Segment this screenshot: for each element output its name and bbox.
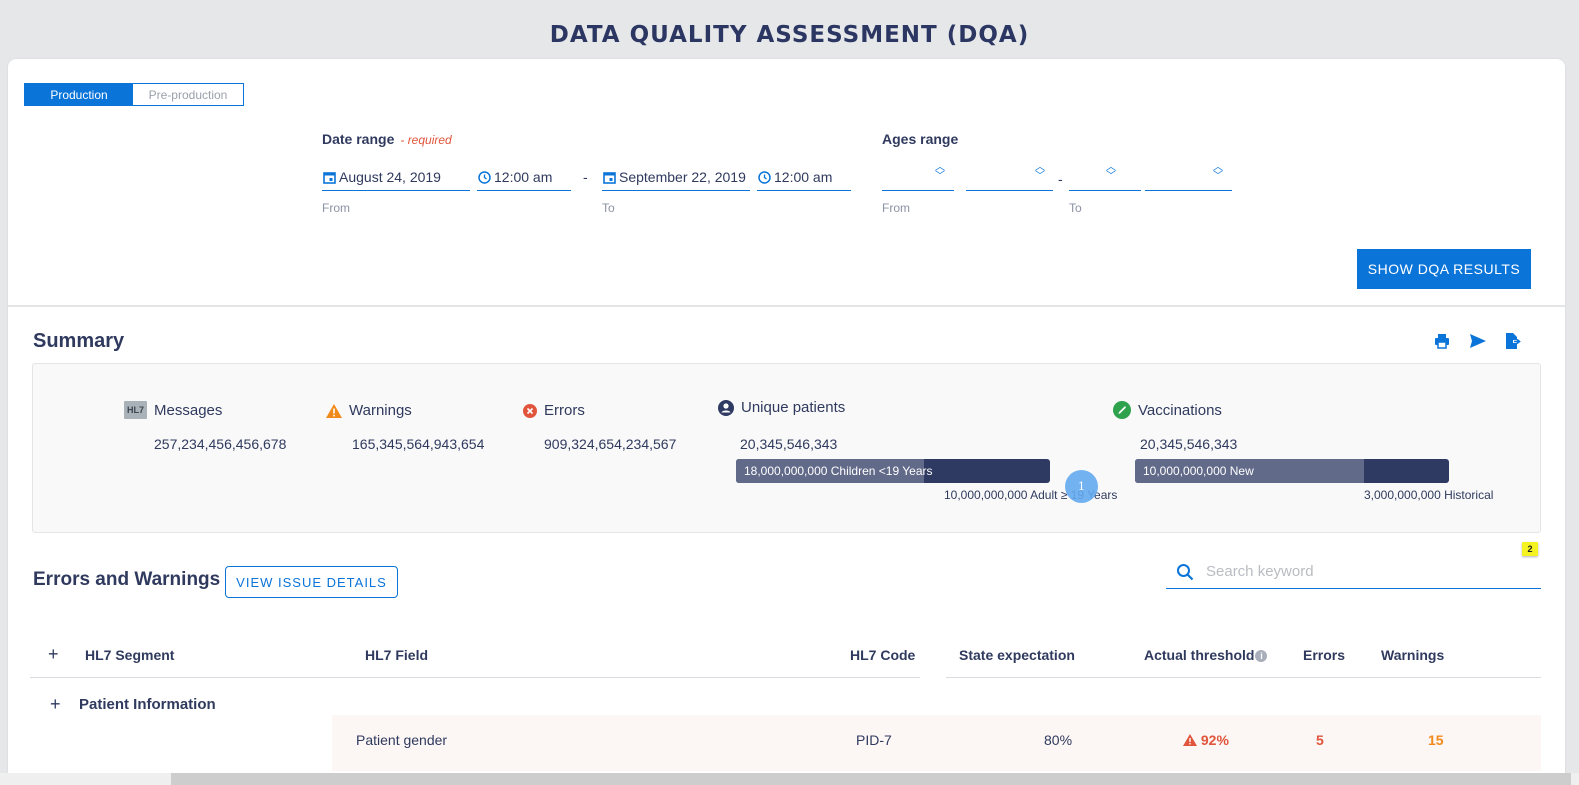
send-icon[interactable] xyxy=(1469,332,1487,350)
col-state-expectation[interactable]: State expectation xyxy=(959,647,1075,663)
calendar-icon xyxy=(322,170,336,184)
page-title: DATA QUALITY ASSESSMENT (DQA) xyxy=(549,22,1030,48)
date-to-label: To xyxy=(602,201,615,215)
search-input[interactable] xyxy=(1206,563,1506,580)
to-time-value: 12:00 am xyxy=(774,169,833,185)
stat-vaccinations: Vaccinations xyxy=(1113,401,1222,419)
cell-actual-threshold: 92% xyxy=(1183,732,1229,748)
col-hl7-segment[interactable]: HL7 Segment xyxy=(85,647,174,663)
vaccinations-historical-note: 3,000,000,000 Historical xyxy=(1364,488,1494,502)
date-range-label: Date range - required xyxy=(322,131,452,147)
marker-badge-2: 2 xyxy=(1522,542,1538,556)
age-separator: - xyxy=(1058,171,1063,187)
expand-all-icon[interactable]: + xyxy=(48,644,59,665)
col-warnings[interactable]: Warnings xyxy=(1381,647,1444,663)
show-dqa-results-button[interactable]: SHOW DQA RESULTS xyxy=(1357,249,1531,289)
from-date-field[interactable]: August 24, 2019 xyxy=(322,164,470,191)
cell-errors: 5 xyxy=(1316,732,1324,748)
to-date-field[interactable]: September 22, 2019 xyxy=(602,164,750,191)
unique-patients-value: 20,345,546,343 xyxy=(740,436,838,452)
horizontal-scrollbar[interactable] xyxy=(0,773,1579,785)
cell-code: PID-7 xyxy=(856,732,892,748)
messages-value: 257,234,456,456,678 xyxy=(154,436,287,452)
main-card: Production Pre-production Date range - re… xyxy=(8,59,1565,785)
user-circle-icon xyxy=(718,399,734,416)
errors-label: Errors xyxy=(544,402,585,419)
from-time-field[interactable]: 12:00 am xyxy=(477,164,571,191)
from-date-value: August 24, 2019 xyxy=(339,169,441,185)
group-patient-information[interactable]: Patient Information xyxy=(79,696,216,713)
age-from-2-spinner[interactable]: ︿ ﹀ xyxy=(1034,163,1046,182)
summary-title: Summary xyxy=(33,330,125,352)
summary-panel: HL7 Messages 257,234,456,456,678 Warning… xyxy=(32,363,1541,533)
chevron-down-icon[interactable]: ﹀ xyxy=(934,172,946,182)
chevron-down-icon[interactable]: ﹀ xyxy=(1105,172,1117,182)
header-underline-right xyxy=(946,677,1541,678)
info-icon[interactable]: i xyxy=(1255,650,1268,663)
environment-toggle: Production Pre-production xyxy=(24,83,244,106)
col-errors[interactable]: Errors xyxy=(1303,647,1345,663)
errors-value: 909,324,654,234,567 xyxy=(544,436,677,452)
warning-icon xyxy=(326,403,342,418)
age-from-label: From xyxy=(882,201,910,215)
export-icon[interactable] xyxy=(1504,332,1522,350)
date-from-label: From xyxy=(322,201,350,215)
env-production-tab[interactable]: Production xyxy=(25,84,133,105)
cell-field: Patient gender xyxy=(356,732,448,748)
unique-patients-label: Unique patients xyxy=(741,399,846,416)
age-to-2-spinner[interactable]: ︿ ﹀ xyxy=(1212,163,1224,182)
marker-badge-1: 1 xyxy=(1065,470,1098,503)
stat-errors: Errors xyxy=(523,402,585,419)
date-range-title: Date range xyxy=(322,131,395,147)
cell-warnings: 15 xyxy=(1428,732,1444,748)
stat-unique-patients: Unique patients xyxy=(718,399,845,416)
horizontal-scrollbar-thumb[interactable] xyxy=(171,773,1571,785)
syringe-icon xyxy=(1113,401,1131,419)
vaccinations-label: Vaccinations xyxy=(1138,401,1222,419)
chevron-down-icon[interactable]: ﹀ xyxy=(1212,172,1224,182)
hl7-icon: HL7 xyxy=(124,401,148,419)
ages-range-label: Ages range xyxy=(882,131,959,147)
col-hl7-field[interactable]: HL7 Field xyxy=(365,647,428,663)
clock-icon xyxy=(757,170,771,184)
vaccinations-distribution-bar: 10,000,000,000 New xyxy=(1135,459,1449,483)
clock-icon xyxy=(477,170,491,184)
actual-threshold-label: Actual threshold xyxy=(1144,647,1255,663)
search-icon xyxy=(1176,563,1194,581)
col-actual-threshold[interactable]: Actual threshold i xyxy=(1144,647,1268,663)
section-divider xyxy=(8,305,1565,307)
error-icon xyxy=(523,403,537,418)
warnings-value: 165,345,564,943,654 xyxy=(352,436,485,452)
header-underline-left xyxy=(30,677,920,678)
from-time-value: 12:00 am xyxy=(494,169,553,185)
cell-state-expectation: 80% xyxy=(1044,732,1073,748)
expand-group-icon[interactable]: + xyxy=(50,694,61,715)
vaccinations-new-segment: 10,000,000,000 New xyxy=(1135,459,1365,483)
threshold-warning-icon xyxy=(1183,732,1197,748)
col-hl7-code[interactable]: HL7 Code xyxy=(850,647,915,663)
vaccinations-value: 20,345,546,343 xyxy=(1140,436,1238,452)
warnings-label: Warnings xyxy=(349,402,412,419)
patients-children-segment: 18,000,000,000 Children <19 Years xyxy=(736,459,933,483)
messages-label: Messages xyxy=(154,401,223,419)
table-row[interactable] xyxy=(332,715,1541,771)
threshold-value: 92% xyxy=(1200,732,1229,748)
stat-messages: HL7 Messages xyxy=(124,401,222,419)
env-preproduction-tab[interactable]: Pre-production xyxy=(133,84,243,105)
required-note: - required xyxy=(400,133,452,147)
age-to-1-spinner[interactable]: ︿ ﹀ xyxy=(1105,163,1117,182)
to-time-field[interactable]: 12:00 am xyxy=(757,164,851,191)
to-date-value: September 22, 2019 xyxy=(619,169,746,185)
print-icon[interactable] xyxy=(1433,332,1451,350)
patients-distribution-bar: 18,000,000,000 Children <19 Years xyxy=(736,459,1050,483)
stat-warnings: Warnings xyxy=(326,402,412,419)
age-to-label: To xyxy=(1069,201,1082,215)
date-separator: - xyxy=(583,169,588,185)
search-field[interactable] xyxy=(1166,555,1541,589)
age-from-1-spinner[interactable]: ︿ ﹀ xyxy=(934,163,946,182)
issues-title: Errors and Warnings xyxy=(33,569,221,590)
calendar-icon xyxy=(602,170,616,184)
view-issue-details-button[interactable]: VIEW ISSUE DETAILS xyxy=(225,566,398,598)
chevron-down-icon[interactable]: ﹀ xyxy=(1034,172,1046,182)
